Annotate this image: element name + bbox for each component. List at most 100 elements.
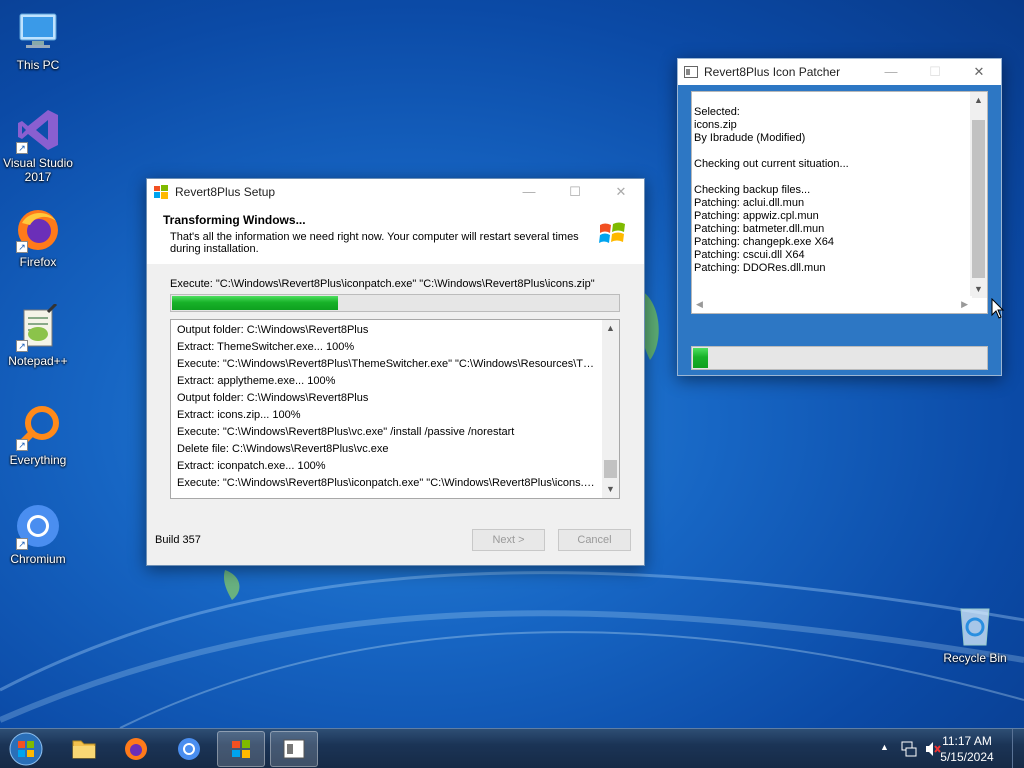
patcher-titlebar[interactable]: Revert8Plus Icon Patcher — ☐ ✕	[678, 59, 1001, 85]
log-line: Output folder: C:\Windows\Revert8Plus	[177, 324, 369, 336]
show-hidden-icons-chevron-icon[interactable]: ▲	[880, 742, 889, 752]
scroll-down-arrow-icon[interactable]: ▼	[602, 481, 619, 498]
install-log[interactable]: Output folder: C:\Windows\Revert8Plus Ext…	[170, 319, 620, 499]
patcher-line: By Ibradude (Modified)	[694, 132, 806, 144]
patcher-line: Checking backup files...	[694, 184, 811, 196]
windows-flag-icon	[154, 185, 168, 199]
shortcut-arrow-icon: ↗	[16, 142, 28, 154]
patcher-lines: Selected: icons.zip By Ibradude (Modified)…	[694, 106, 969, 275]
desktop-icon-this-pc[interactable]: This PC	[0, 8, 76, 72]
window-app-icon	[684, 66, 698, 78]
desktop-icon-firefox[interactable]: ↗ Firefox	[0, 205, 76, 269]
log-line: Output folder: C:\Windows\Revert8Plus	[177, 392, 369, 404]
next-button[interactable]: Next >	[472, 529, 545, 551]
scroll-down-arrow-icon[interactable]: ▼	[970, 281, 987, 298]
shortcut-arrow-icon: ↗	[16, 241, 28, 253]
clock-date: 5/15/2024	[940, 750, 994, 764]
setup-header-subtitle: That's all the information we need right…	[170, 231, 579, 255]
taskbar-chromium[interactable]	[165, 731, 213, 767]
patcher-line: icons.zip	[694, 119, 737, 131]
window-app-icon	[283, 739, 305, 759]
log-scrollbar[interactable]: ▲ ▼	[602, 320, 619, 498]
desktop-icon-label: This PC	[16, 58, 60, 72]
taskbar-file-explorer[interactable]	[60, 731, 108, 767]
setup-titlebar[interactable]: Revert8Plus Setup — ☐ ✕	[147, 179, 644, 205]
chromium-icon: ↗	[14, 502, 62, 550]
windows-orb-icon	[9, 732, 43, 766]
desktop-icon-label: Recycle Bin	[943, 651, 1007, 665]
desktop-icon-label: Visual Studio 2017	[3, 156, 73, 184]
firefox-icon: ↗	[14, 205, 62, 253]
shortcut-arrow-icon: ↗	[16, 340, 28, 352]
taskbar-revert8plus-setup[interactable]	[217, 731, 265, 767]
patcher-line: Checking out current situation...	[694, 158, 849, 170]
scroll-right-arrow-icon[interactable]: ▶	[961, 299, 968, 310]
everything-search-icon: ↗	[14, 403, 62, 451]
log-line: Execute: "C:\Windows\Revert8Plus\ThemeSw…	[177, 358, 599, 370]
patch-progress-bar	[691, 346, 988, 370]
window-title: Revert8Plus Setup	[175, 185, 276, 199]
desktop-icon-label: Everything	[9, 453, 67, 467]
patcher-vscrollbar[interactable]: ▲ ▼	[970, 92, 987, 298]
desktop-icon-label: Notepad++	[8, 354, 68, 368]
minimize-button[interactable]: —	[506, 179, 552, 205]
log-lines: Output folder: C:\Windows\Revert8Plus Ext…	[177, 322, 599, 492]
patcher-line: Patching: changepk.exe X64	[694, 236, 835, 248]
patcher-hscrollbar[interactable]: ◀ ▶	[692, 296, 972, 313]
taskbar-firefox[interactable]	[112, 731, 160, 767]
minimize-button[interactable]: —	[869, 59, 913, 85]
maximize-button[interactable]: ☐	[552, 179, 598, 205]
visual-studio-icon: ↗	[14, 106, 62, 154]
desktop-icon-recycle-bin[interactable]: Recycle Bin	[937, 601, 1013, 665]
log-line: Extract: iconpatch.exe... 100%	[177, 460, 326, 472]
close-button[interactable]: ✕	[598, 179, 644, 205]
scrollbar-thumb[interactable]	[604, 460, 617, 478]
windows-flag-icon	[232, 740, 250, 758]
setup-footer: Build 357 Next > Cancel	[147, 513, 644, 565]
patcher-line	[694, 145, 969, 158]
desktop-icon-chromium[interactable]: ↗ Chromium	[0, 502, 76, 566]
shortcut-arrow-icon: ↗	[16, 538, 28, 550]
windows-logo-icon	[599, 222, 625, 243]
desktop-icon-notepadpp[interactable]: ↗ Notepad++	[0, 302, 76, 368]
log-line: Extract: applytheme.exe... 100%	[177, 375, 336, 387]
clock-time: 11:17 AM	[942, 734, 992, 748]
log-line: Execute: "C:\Windows\Revert8Plus\vc.exe"…	[177, 426, 515, 438]
network-icon[interactable]	[900, 740, 918, 758]
start-button[interactable]	[4, 730, 48, 768]
patcher-window: Revert8Plus Icon Patcher — ☐ ✕ Selected:…	[677, 58, 1002, 376]
show-desktop-button[interactable]	[1012, 729, 1024, 768]
desktop-icon-everything[interactable]: ↗ Everything	[0, 403, 76, 467]
taskbar-icon-patcher[interactable]	[270, 731, 318, 767]
folder-icon	[72, 740, 96, 759]
maximize-button[interactable]: ☐	[913, 59, 957, 85]
shortcut-arrow-icon: ↗	[16, 439, 28, 451]
setup-window: Revert8Plus Setup — ☐ ✕ Transforming Win…	[146, 178, 645, 566]
notepadpp-icon: ↗	[14, 302, 62, 352]
scroll-left-arrow-icon[interactable]: ◀	[696, 299, 703, 310]
mouse-cursor-icon	[991, 298, 1005, 319]
progress-fill	[172, 296, 338, 310]
install-progress-bar	[170, 294, 620, 312]
desktop-icon-label: Firefox	[19, 255, 57, 269]
close-button[interactable]: ✕	[957, 59, 1001, 85]
firefox-icon	[125, 738, 147, 760]
setup-header-title: Transforming Windows...	[163, 213, 306, 227]
monitor-icon	[14, 8, 62, 56]
scroll-up-arrow-icon[interactable]: ▲	[970, 92, 987, 109]
window-title: Revert8Plus Icon Patcher	[704, 65, 841, 79]
desktop-icon-label: Chromium	[10, 552, 66, 566]
desktop-icon-visual-studio[interactable]: ↗ Visual Studio 2017	[0, 106, 76, 184]
system-clock[interactable]: 11:17 AM 5/15/2024	[932, 733, 1002, 765]
progress-fill	[693, 348, 708, 368]
patcher-line: Selected:	[694, 106, 740, 118]
patcher-line: Patching: batmeter.dll.mun	[694, 223, 825, 235]
patcher-line	[694, 171, 969, 184]
current-step-text: Execute: "C:\Windows\Revert8Plus\iconpat…	[170, 278, 595, 290]
cancel-button[interactable]: Cancel	[558, 529, 631, 551]
build-label: Build 357	[155, 534, 201, 546]
log-line: Extract: ThemeSwitcher.exe... 100%	[177, 341, 355, 353]
scroll-up-arrow-icon[interactable]: ▲	[602, 320, 619, 337]
scrollbar-thumb[interactable]	[972, 120, 985, 278]
patcher-output[interactable]: Selected: icons.zip By Ibradude (Modified)…	[691, 91, 988, 314]
